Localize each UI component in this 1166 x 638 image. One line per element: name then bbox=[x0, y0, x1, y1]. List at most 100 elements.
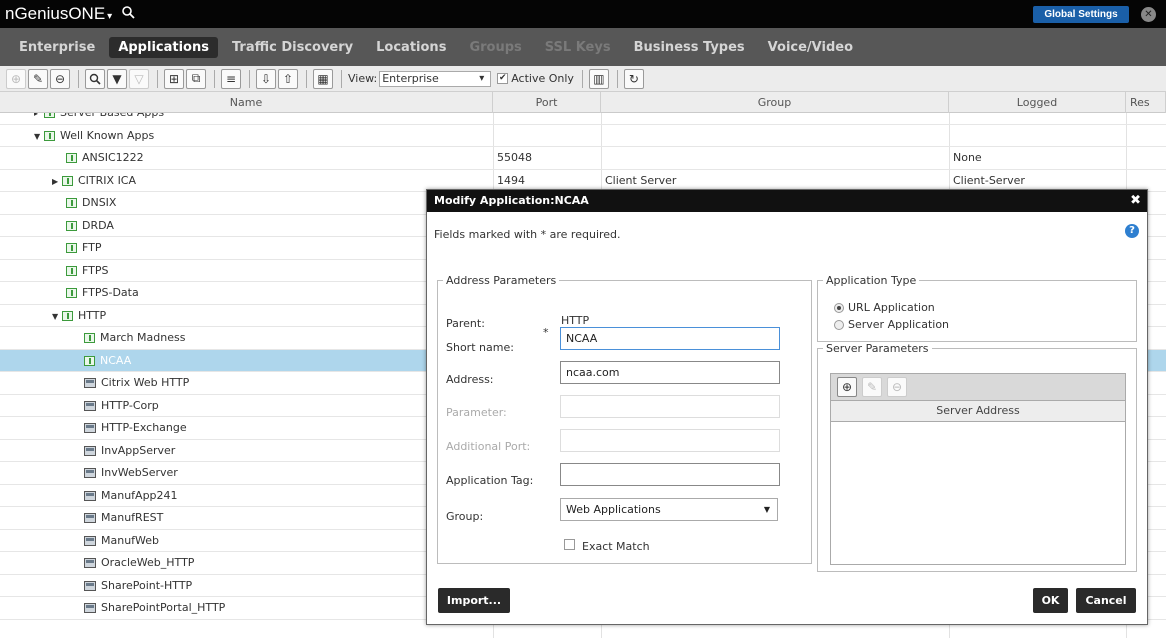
group-select[interactable]: Web Applications bbox=[560, 498, 778, 521]
server-app-icon bbox=[84, 378, 96, 388]
application-icon bbox=[66, 220, 77, 231]
server-application-radio[interactable] bbox=[834, 320, 844, 330]
export-icon[interactable]: ⇧ bbox=[278, 68, 298, 89]
view-label: View: bbox=[348, 72, 378, 85]
url-application-radio[interactable] bbox=[834, 303, 844, 313]
application-tag-input[interactable] bbox=[560, 463, 780, 486]
tab-traffic-discovery[interactable]: Traffic Discovery bbox=[223, 37, 362, 58]
columns-icon[interactable]: ▥ bbox=[588, 68, 609, 89]
remove-server-icon[interactable]: ⊖ bbox=[887, 377, 907, 397]
server-app-icon bbox=[84, 513, 96, 523]
edit-icon[interactable]: ✎ bbox=[28, 68, 48, 89]
url-application-option[interactable]: URL Application bbox=[834, 301, 935, 314]
server-application-option[interactable]: Server Application bbox=[834, 318, 949, 331]
server-application-label: Server Application bbox=[848, 318, 950, 331]
tab-enterprise[interactable]: Enterprise bbox=[10, 37, 104, 58]
row-logged-cell bbox=[953, 113, 1123, 124]
exact-match-label: Exact Match bbox=[582, 540, 650, 553]
global-settings-button[interactable]: Global Settings bbox=[1033, 6, 1129, 23]
collapse-icon[interactable]: ▼ bbox=[52, 306, 62, 327]
short-name-label: Short name: bbox=[446, 341, 514, 354]
tab-business-types[interactable]: Business Types bbox=[625, 37, 754, 58]
csv-icon[interactable]: ▦ bbox=[313, 68, 333, 89]
row-name: ANSIC1222 bbox=[82, 151, 144, 164]
add-icon[interactable]: ⊕ bbox=[6, 68, 26, 89]
column-header-name[interactable]: Name bbox=[0, 92, 493, 113]
server-app-icon bbox=[84, 490, 96, 501]
import-icon[interactable]: ⇩ bbox=[256, 68, 276, 89]
row-name-cell: ▼ HTTP bbox=[52, 305, 476, 327]
row-group-cell bbox=[605, 125, 945, 147]
table-row[interactable]: ANSIC1222 55048 None bbox=[0, 147, 1166, 170]
short-name-input[interactable]: NCAA bbox=[560, 327, 780, 350]
close-icon[interactable]: ✕ bbox=[1141, 7, 1156, 22]
server-app-icon bbox=[84, 468, 96, 478]
collapse-all-icon[interactable]: ⧉ bbox=[186, 68, 206, 89]
row-group-cell bbox=[605, 147, 945, 169]
dialog-close-icon[interactable]: ✖ bbox=[1130, 190, 1141, 212]
row-name-cell: ▶ CITRIX ICA bbox=[52, 170, 476, 192]
row-name: SharePoint-HTTP bbox=[101, 578, 193, 592]
active-only-label: Active Only bbox=[511, 72, 574, 85]
additional-port-input[interactable] bbox=[560, 429, 780, 452]
filter-icon[interactable]: ▼ bbox=[107, 68, 127, 89]
help-icon[interactable]: ? bbox=[1125, 224, 1139, 238]
server-app-icon bbox=[84, 423, 96, 433]
server-parameters-legend: Server Parameters bbox=[826, 342, 929, 355]
expand-all-icon[interactable]: ⊞ bbox=[164, 68, 184, 89]
parent-value: HTTP bbox=[561, 314, 590, 327]
address-input[interactable]: ncaa.com bbox=[560, 361, 780, 384]
tab-groups[interactable]: Groups bbox=[460, 37, 530, 58]
tab-applications[interactable]: Applications bbox=[109, 36, 218, 58]
row-name-cell: ▸ Server Based Apps bbox=[34, 113, 476, 124]
find-icon[interactable] bbox=[85, 68, 105, 89]
column-header-logged[interactable]: Logged bbox=[949, 92, 1126, 113]
collapse-icon[interactable]: ▼ bbox=[34, 126, 44, 147]
cancel-button[interactable]: Cancel bbox=[1076, 588, 1136, 613]
toolbar-separator bbox=[306, 69, 307, 88]
column-header-port[interactable]: Port bbox=[493, 92, 601, 113]
application-icon bbox=[66, 153, 77, 163]
parameter-input[interactable] bbox=[560, 395, 780, 418]
table-row[interactable]: ▸ Server Based Apps bbox=[0, 113, 1166, 125]
ok-button[interactable]: OK bbox=[1033, 588, 1068, 613]
server-address-list[interactable] bbox=[830, 422, 1126, 565]
server-app-icon bbox=[84, 400, 96, 411]
server-address-header[interactable]: Server Address bbox=[830, 401, 1126, 422]
required-marker: * bbox=[543, 326, 549, 339]
column-header-group[interactable]: Group bbox=[601, 92, 949, 113]
remove-icon[interactable]: ⊖ bbox=[50, 68, 70, 89]
app-logo[interactable]: nGeniusONE ▾ bbox=[0, 4, 112, 24]
brand-menu-caret[interactable]: ▾ bbox=[107, 11, 112, 22]
server-app-icon bbox=[84, 535, 96, 546]
brand-one: ONE bbox=[68, 4, 106, 23]
expand-icon[interactable]: ▶ bbox=[52, 171, 62, 192]
active-only-checkbox[interactable]: ✔ bbox=[497, 73, 509, 84]
application-icon bbox=[62, 175, 73, 186]
list-icon[interactable]: ≡ bbox=[221, 68, 241, 89]
row-group-cell bbox=[605, 113, 945, 124]
row-name: OracleWeb_HTTP bbox=[101, 556, 195, 569]
address-label: Address: bbox=[446, 373, 494, 386]
column-header-res[interactable]: Res bbox=[1126, 92, 1166, 113]
exact-match-checkbox[interactable] bbox=[564, 539, 575, 550]
application-icon bbox=[66, 265, 77, 276]
import-button[interactable]: Import... bbox=[438, 588, 510, 613]
brand-main: nGenius bbox=[5, 4, 69, 23]
expand-icon[interactable]: ▸ bbox=[34, 113, 44, 124]
add-server-icon[interactable]: ⊕ bbox=[837, 377, 857, 397]
table-row[interactable]: ▼ Well Known Apps bbox=[0, 125, 1166, 147]
search-icon[interactable] bbox=[122, 5, 135, 23]
clear-filter-icon[interactable]: ▽ bbox=[129, 68, 149, 89]
row-logged-cell bbox=[953, 125, 1123, 147]
view-select[interactable]: Enterprise bbox=[379, 70, 492, 87]
row-name: March Madness bbox=[100, 331, 186, 344]
refresh-icon[interactable]: ↻ bbox=[623, 68, 644, 89]
tab-voice-video[interactable]: Voice/Video bbox=[759, 37, 862, 58]
main-nav: Enterprise Applications Traffic Discovery L… bbox=[0, 28, 1166, 66]
tab-ssl-keys[interactable]: SSL Keys bbox=[536, 37, 620, 58]
toolbar-separator bbox=[78, 69, 79, 88]
edit-server-icon[interactable]: ✎ bbox=[862, 377, 882, 397]
application-icon bbox=[66, 243, 77, 253]
tab-locations[interactable]: Locations bbox=[367, 37, 455, 58]
